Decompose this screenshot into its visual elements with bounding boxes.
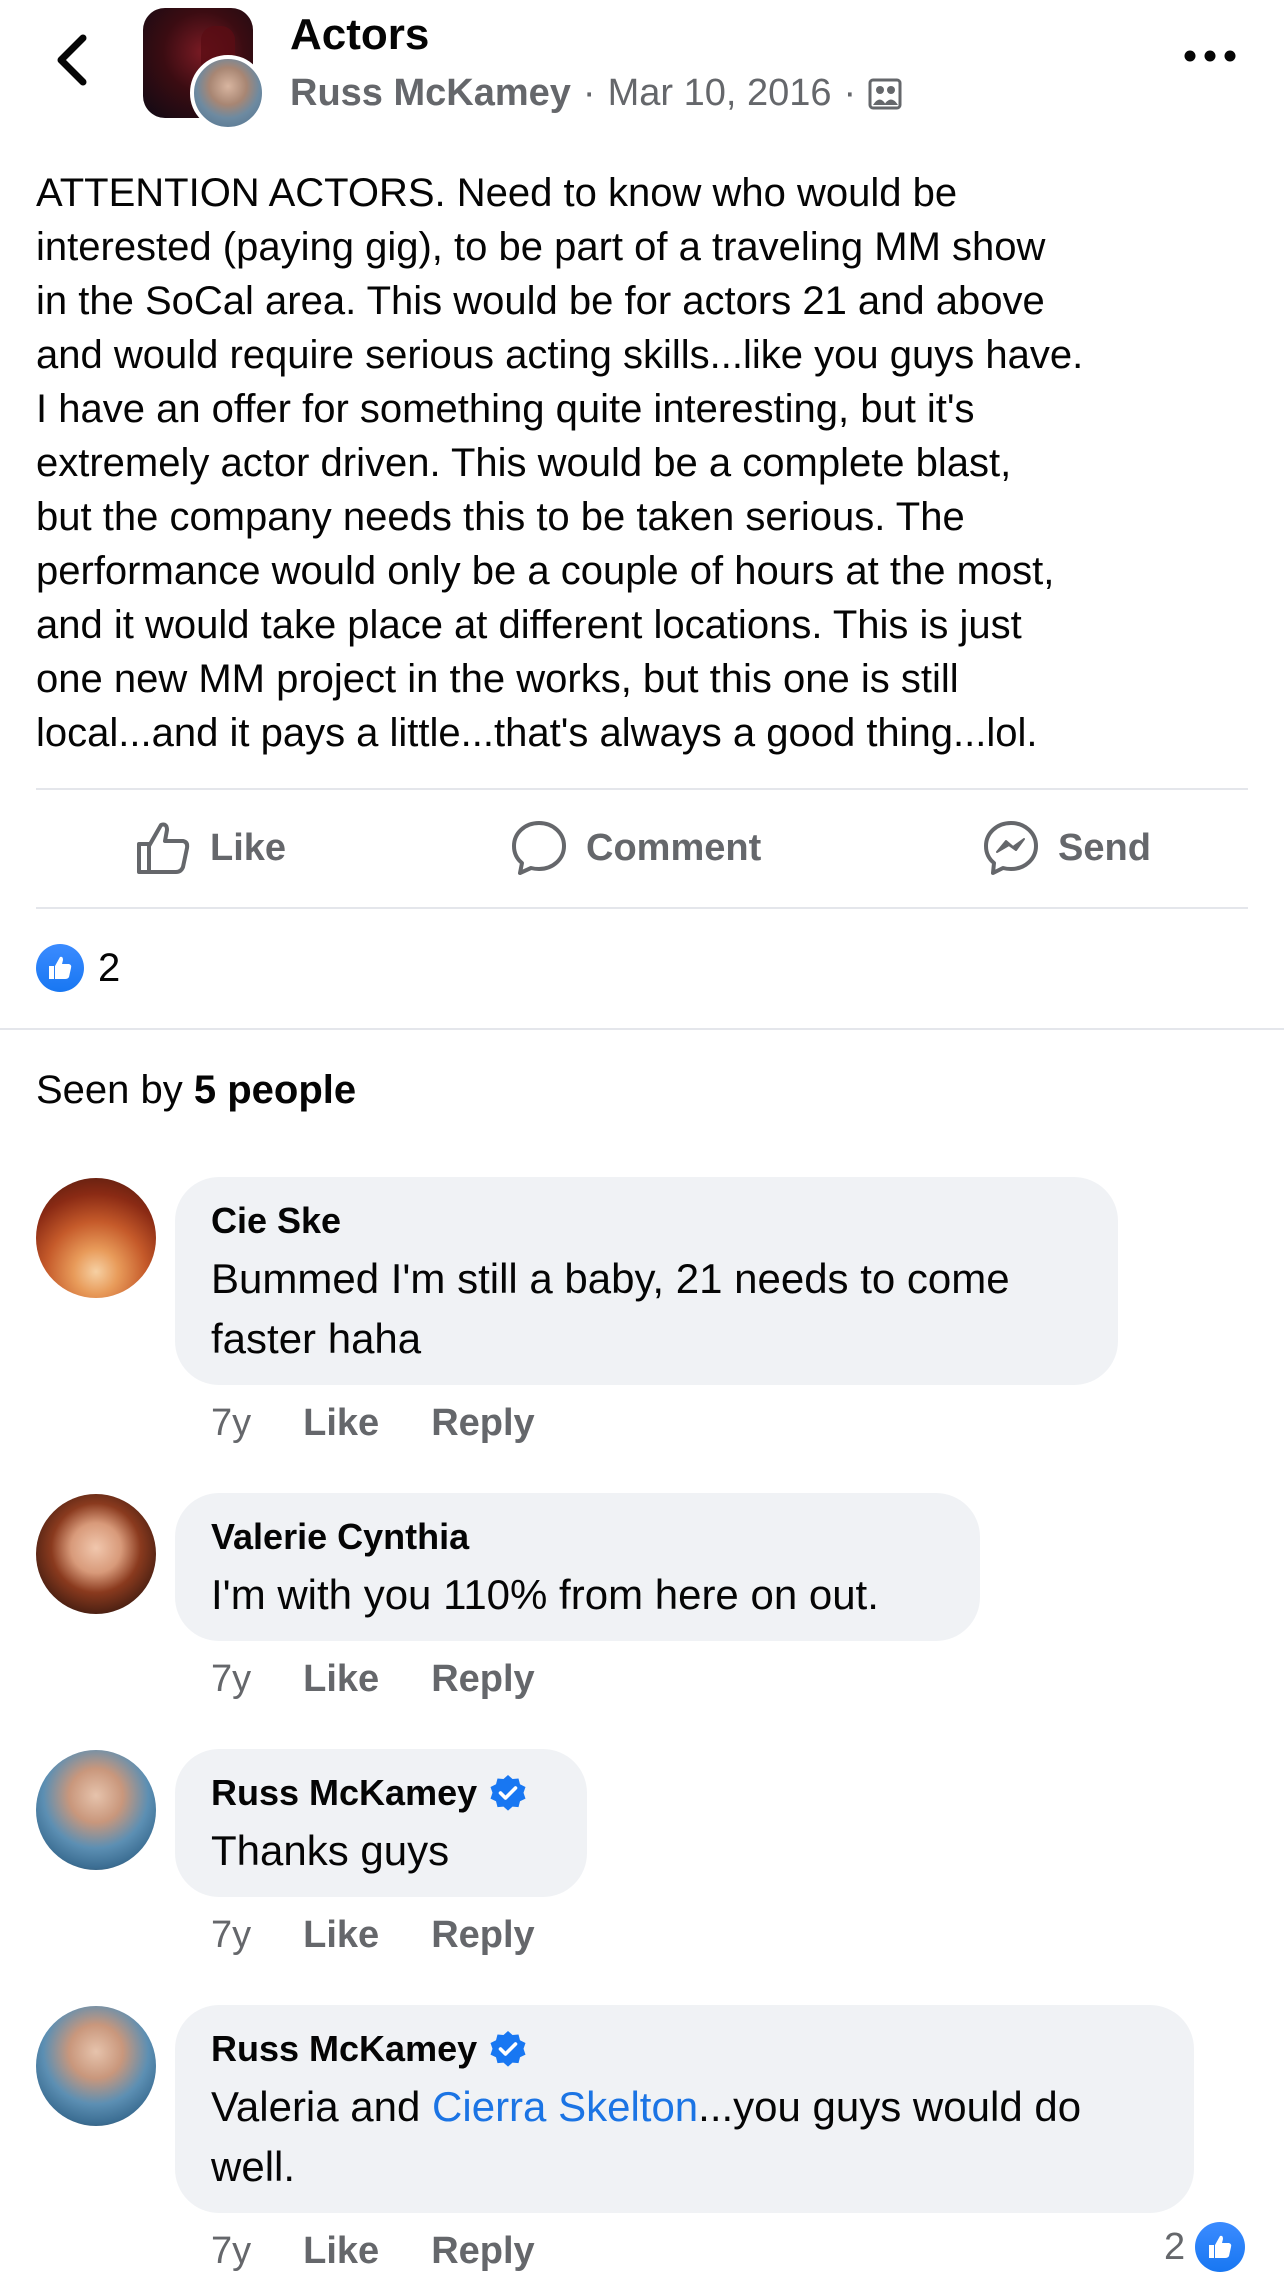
post-date[interactable]: Mar 10, 2016 xyxy=(608,72,832,115)
commenter-name[interactable]: Russ McKamey xyxy=(211,2027,477,2071)
comment-like-button[interactable]: Like xyxy=(303,1914,379,1957)
commenter-name-row: Russ McKamey xyxy=(211,1771,551,1815)
back-button[interactable] xyxy=(44,24,100,96)
comment-timestamp[interactable]: 7y xyxy=(211,1914,251,1957)
comment-text-line: Bummed I'm still a baby, 21 needs to com… xyxy=(211,1255,1010,1302)
section-divider xyxy=(0,1028,1284,1030)
comment-timestamp[interactable]: 7y xyxy=(211,1658,251,1701)
comment-text: Valeria and Cierra Skelton...you guys wo… xyxy=(211,2077,1158,2197)
commenter-name[interactable]: Valerie Cynthia xyxy=(211,1515,944,1559)
commenter-avatar[interactable] xyxy=(36,1178,156,1298)
verified-badge-icon xyxy=(489,2030,527,2068)
ellipsis-icon xyxy=(1184,50,1236,62)
seen-by-prefix: Seen by xyxy=(36,1068,194,1112)
like-label: Like xyxy=(210,826,287,869)
comment-actions: 7y Like Reply xyxy=(211,1914,535,1957)
comment-actions: 7y Like Reply xyxy=(211,1402,535,1445)
thumbs-up-icon xyxy=(137,822,190,874)
post-meta: Russ McKamey · Mar 10, 2016 · xyxy=(290,72,902,115)
comment-actions: 7y Like Reply xyxy=(211,2230,535,2273)
post-text: ATTENTION ACTORS. Need to know who would… xyxy=(36,171,1084,755)
comment-timestamp[interactable]: 7y xyxy=(211,1402,251,1445)
like-reaction-icon xyxy=(36,944,84,992)
comment-bubble[interactable]: Cie Ske Bummed I'm still a baby, 21 need… xyxy=(175,1177,1118,1385)
comment-text: Thanks guys xyxy=(211,1827,450,1874)
chevron-left-icon xyxy=(57,34,87,86)
post-author[interactable]: Russ McKamey xyxy=(290,72,571,115)
seen-by[interactable]: Seen by 5 people xyxy=(36,1068,356,1113)
more-options-button[interactable] xyxy=(1180,36,1240,76)
reaction-count: 2 xyxy=(98,945,121,990)
post-action-bar: Like Comment Send xyxy=(36,790,1248,906)
meta-separator: · xyxy=(843,72,857,114)
comment-button[interactable]: Comment xyxy=(510,790,761,906)
seen-by-count: 5 people xyxy=(193,1068,357,1112)
comment-actions: 7y Like Reply xyxy=(211,1658,535,1701)
reaction-summary[interactable]: 2 xyxy=(36,944,120,992)
commenter-avatar[interactable] xyxy=(36,1494,156,1614)
commenter-name[interactable]: Russ McKamey xyxy=(211,1771,477,1815)
comment-reply-button[interactable]: Reply xyxy=(431,1914,534,1957)
comment-text: Bummed I'm still a baby, 21 needs to com… xyxy=(211,1249,1082,1369)
comment-like-button[interactable]: Like xyxy=(303,2230,379,2273)
commenter-avatar[interactable] xyxy=(36,1750,156,1870)
comment-reaction-summary[interactable]: 2 xyxy=(1164,2222,1246,2272)
comment-text-line: well. xyxy=(211,2143,296,2190)
comment-reply-button[interactable]: Reply xyxy=(431,2230,534,2273)
comment-bubble[interactable]: Valerie Cynthia I'm with you 110% from h… xyxy=(175,1493,980,1641)
comment-reply-button[interactable]: Reply xyxy=(431,1402,534,1445)
comment-text: I'm with you 110% from here on out. xyxy=(211,1571,879,1618)
comment-bubble-icon xyxy=(512,821,566,875)
meta-separator: · xyxy=(582,72,596,114)
comment-reaction-count: 2 xyxy=(1164,2225,1186,2268)
comment-like-button[interactable]: Like xyxy=(303,1402,379,1445)
send-button[interactable]: Send xyxy=(982,790,1151,906)
comment-bubble[interactable]: Russ McKamey Valeria and Cierra Skelton.… xyxy=(175,2005,1194,2213)
messenger-icon xyxy=(984,821,1038,875)
comment-bubble[interactable]: Russ McKamey Thanks guys xyxy=(175,1749,587,1897)
like-button[interactable]: Like xyxy=(134,790,286,906)
comment-timestamp[interactable]: 7y xyxy=(211,2230,251,2273)
commenter-name-row: Russ McKamey xyxy=(211,2027,1158,2071)
group-title[interactable]: Actors xyxy=(290,10,429,60)
verified-badge-icon xyxy=(489,1774,527,1812)
comment-text-segment: ...you guys would do xyxy=(698,2083,1082,2130)
comment-label: Comment xyxy=(586,826,762,869)
commenter-name[interactable]: Cie Ske xyxy=(211,1199,1082,1243)
author-avatar[interactable] xyxy=(190,55,266,131)
comment-text-line: faster haha xyxy=(211,1315,422,1362)
commenter-avatar[interactable] xyxy=(36,2006,156,2126)
comment-text-segment: Valeria and xyxy=(211,2083,433,2130)
group-members-icon xyxy=(868,77,902,111)
divider xyxy=(36,907,1248,909)
send-label: Send xyxy=(1058,826,1151,869)
mention-link[interactable]: Cierra Skelton xyxy=(432,2083,698,2130)
comment-reply-button[interactable]: Reply xyxy=(431,1658,534,1701)
post-header: Actors Russ McKamey · Mar 10, 2016 · xyxy=(0,0,1284,160)
comment-like-button[interactable]: Like xyxy=(303,1658,379,1701)
like-reaction-icon xyxy=(1195,2222,1246,2272)
